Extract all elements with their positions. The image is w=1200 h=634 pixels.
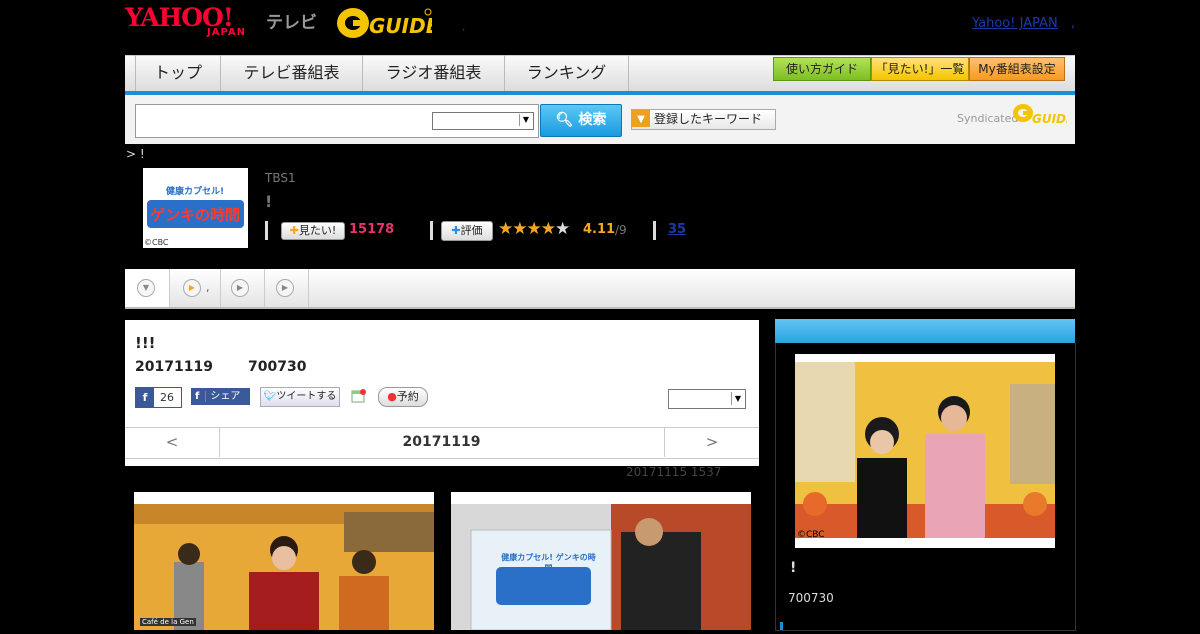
tweet-label: ツイートする — [276, 391, 337, 402]
header-dot: , — [462, 22, 466, 33]
header-separator: , — [1071, 16, 1076, 31]
mitai-button[interactable]: ✚見たい! — [281, 222, 345, 240]
facebook-share-button[interactable]: f シェア — [191, 388, 250, 405]
empty-star-icon: ★ — [554, 219, 570, 239]
previous-date-button[interactable]: < — [125, 428, 220, 457]
yahoo-japan-link[interactable]: Yahoo! JAPAN — [972, 16, 1058, 31]
tab-reviews[interactable]: ▶ — [221, 269, 265, 307]
sidebar-header — [775, 319, 1075, 343]
sidebar-photo-copyright: ©CBC — [797, 530, 825, 540]
facebook-icon: f — [136, 388, 154, 407]
thumbnail-copyright: ©CBC — [144, 238, 169, 247]
sidebar-program-time: 700730 — [788, 591, 834, 605]
svg-text:ゲンキの時間: ゲンキの時間 — [150, 206, 240, 224]
rate-button[interactable]: ✚評価 — [441, 221, 493, 241]
my-schedule-settings-button[interactable]: My番組表設定 — [969, 57, 1065, 81]
photo-sign-text: Café de la Gen — [140, 618, 196, 626]
usage-guide-button[interactable]: 使い方ガイド — [773, 57, 871, 81]
nav-tab-radio-schedule[interactable]: ラジオ番組表 — [362, 55, 504, 91]
episode-photo-left[interactable]: Café de la Gen — [134, 492, 434, 630]
svg-text:健康カプセル!: 健康カプセル! — [166, 185, 224, 197]
tweet-button[interactable]: 🐦︎ツイートする — [260, 387, 340, 407]
episode-select[interactable]: ▼ — [668, 389, 746, 409]
sidebar-accent — [780, 622, 783, 630]
tab-episodes-label: , — [206, 281, 210, 294]
rating-stars: ★★★★ — [498, 219, 556, 239]
chevron-down-icon: ▼ — [519, 114, 532, 126]
episode-photo-right[interactable]: 健康カプセル! ゲンキの時間 — [451, 492, 751, 631]
next-date-button[interactable]: > — [664, 428, 759, 457]
facebook-count[interactable]: f 26 — [135, 387, 182, 408]
facebook-share-label: シェア — [210, 391, 241, 402]
facebook-count-value: 26 — [160, 391, 174, 404]
play-icon: ▶ — [231, 279, 249, 297]
sidebar-photo[interactable]: ©CBC — [795, 354, 1055, 548]
photo-screen-text: 健康カプセル! ゲンキの時間 — [501, 553, 596, 573]
chevron-down-icon: ▼ — [731, 392, 744, 405]
current-date: 20171119 — [402, 434, 481, 450]
star-rating-icon: ★★★★★ — [498, 219, 570, 239]
rating-count: /9 — [615, 223, 627, 237]
divider — [653, 221, 656, 240]
facebook-icon: f — [191, 391, 207, 402]
search-button[interactable]: 🔍︎ 検索 — [540, 104, 622, 137]
nav-tab-tv-schedule[interactable]: テレビ番組表 — [220, 55, 362, 91]
reviews-link[interactable]: 35 — [668, 222, 686, 237]
calendar-add-icon[interactable] — [351, 388, 367, 404]
mitai-label: 見たい! — [298, 224, 337, 237]
nav-tab-top[interactable]: トップ — [135, 55, 220, 91]
play-icon: ▶ — [276, 279, 294, 297]
episode-time: 700730 — [248, 359, 307, 375]
rating-value: 4.11 — [583, 222, 616, 237]
tab-related[interactable]: ▶ — [265, 269, 309, 307]
tab-detail[interactable]: ▼ — [125, 269, 170, 307]
saved-keywords-label: 登録したキーワード — [654, 112, 763, 126]
record-dot-icon: ● — [387, 390, 397, 403]
syndicated-label: Syndicated — [957, 112, 1019, 125]
down-arrow-icon: ▼ — [137, 279, 155, 297]
play-icon: ▶ — [183, 279, 201, 297]
gguide-logo: GUIDE — [337, 8, 432, 38]
search-button-label: 検索 — [578, 112, 607, 128]
triangle-down-icon: ▼ — [632, 110, 650, 127]
tv-logo-text[interactable]: テレビ — [266, 8, 317, 33]
yahoo-japan-logo-text: JAPAN — [207, 27, 246, 38]
mitai-count: 15178 — [349, 222, 395, 237]
plus-icon: ✚ — [451, 224, 461, 237]
channel-name: TBS1 — [265, 171, 296, 185]
record-reservation-button[interactable]: ●予約 — [378, 387, 428, 407]
svg-text:GUIDE: GUIDE — [369, 14, 432, 38]
episode-title: !!! — [135, 334, 156, 352]
reservation-label: 予約 — [396, 390, 419, 403]
last-updated: 20171115 1537 — [626, 465, 722, 479]
twitter-bird-icon: 🐦︎ — [263, 391, 277, 402]
program-thumbnail: 健康カプセル! ゲンキの時間 ©CBC — [143, 168, 248, 248]
nav-tab-ranking[interactable]: ランキング — [504, 55, 629, 91]
breadcrumb[interactable]: > ! — [126, 147, 145, 161]
divider — [430, 221, 433, 240]
mitai-list-button[interactable]: 「見たい!」一覧 — [871, 57, 969, 81]
episode-date: 20171119 — [135, 359, 213, 375]
saved-keywords-button[interactable]: ▼ 登録したキーワード — [631, 109, 776, 130]
rate-label: 評価 — [460, 224, 483, 237]
magnifier-icon: 🔍︎ — [555, 112, 574, 128]
gguide-small-logo: GUIDE — [1013, 104, 1067, 126]
sidebar-program-title: ! — [790, 560, 797, 576]
divider — [265, 221, 268, 240]
svg-text:GUIDE: GUIDE — [1032, 112, 1067, 126]
program-title: ! — [265, 192, 273, 211]
tab-episodes[interactable]: ▶ , — [170, 269, 221, 307]
plus-icon: ✚ — [289, 224, 299, 237]
search-category-select[interactable]: ▼ — [432, 112, 534, 130]
